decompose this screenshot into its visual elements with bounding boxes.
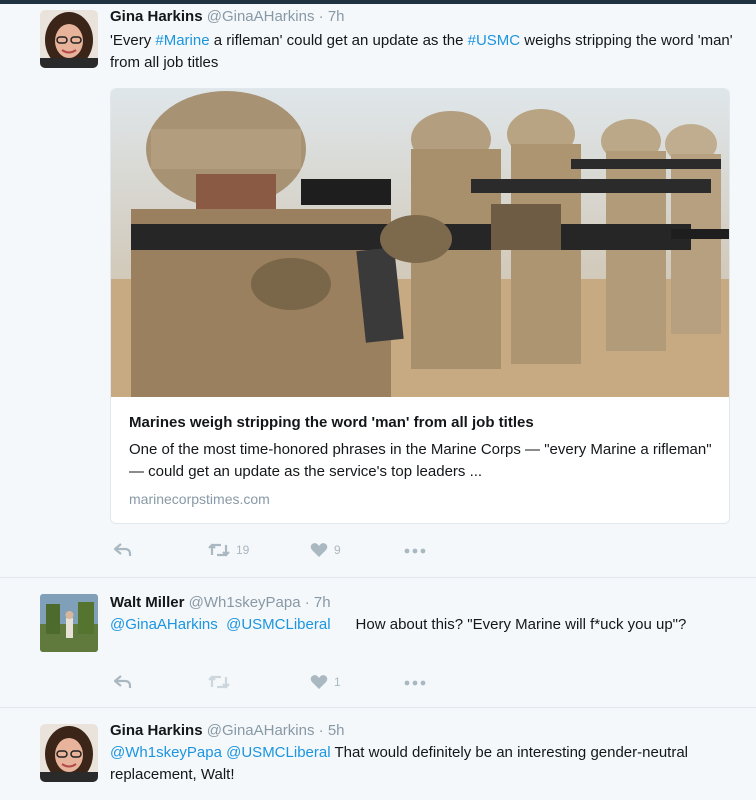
- user-handle[interactable]: @GinaAHarkins: [207, 8, 315, 25]
- user-handle[interactable]: @Wh1skeyPapa: [189, 594, 301, 611]
- text-part: 'Every: [110, 32, 156, 49]
- heart-icon: [310, 675, 328, 689]
- avatar-image: [40, 10, 98, 68]
- retweet-count: 19: [236, 543, 250, 557]
- tweet-header: Gina Harkins @GinaAHarkins · 5h: [110, 722, 345, 739]
- reply-text: How about this? "Every Marine will f*uck…: [355, 616, 687, 633]
- display-name[interactable]: Walt Miller: [110, 594, 184, 611]
- avatar-image: [40, 724, 98, 782]
- like-count: 1: [334, 675, 341, 689]
- more-icon: [404, 548, 426, 554]
- tweet-1[interactable]: Gina Harkins @GinaAHarkins · 7h 'Every #…: [0, 4, 756, 576]
- hashtag-marine[interactable]: #Marine: [155, 32, 209, 49]
- reply-button[interactable]: [114, 542, 132, 558]
- reply-icon: [114, 543, 132, 556]
- more-icon: [404, 680, 426, 686]
- retweet-button[interactable]: [208, 674, 230, 690]
- mention-usmcliberal[interactable]: @USMCLiberal: [226, 616, 330, 633]
- mention-ginaaharkins[interactable]: @GinaAHarkins: [110, 616, 218, 633]
- tweet-3[interactable]: Gina Harkins @GinaAHarkins · 5h @Wh1skey…: [0, 708, 756, 800]
- tweet-header: Walt Miller @Wh1skeyPapa · 7h: [110, 594, 331, 611]
- separator-dot: ·: [318, 8, 324, 25]
- retweet-icon: [208, 543, 230, 557]
- card-domain[interactable]: marinecorpstimes.com: [129, 491, 270, 507]
- heart-icon: [310, 543, 328, 557]
- timestamp[interactable]: 7h: [328, 8, 345, 25]
- display-name[interactable]: Gina Harkins: [110, 8, 203, 25]
- tweet-text: @GinaAHarkins @USMCLiberal How about thi…: [110, 614, 735, 636]
- mention-wh1skeypapa[interactable]: @Wh1skeyPapa: [110, 744, 222, 761]
- separator-dot: ·: [318, 722, 324, 739]
- avatar[interactable]: [40, 594, 98, 652]
- tweet-text: @Wh1skeyPapa @USMCLiberal That would def…: [110, 742, 730, 786]
- reply-button[interactable]: [114, 674, 132, 690]
- card-image: [111, 89, 729, 397]
- card-description: One of the most time-honored phrases in …: [129, 441, 712, 480]
- separator-dot: ·: [304, 594, 310, 611]
- avatar-image: [40, 594, 98, 652]
- more-button[interactable]: [404, 542, 426, 558]
- like-count: 9: [334, 543, 341, 557]
- tweet-text: 'Every #Marine a rifleman' could get an …: [110, 30, 735, 74]
- link-card[interactable]: Marines weigh stripping the word 'man' f…: [110, 88, 730, 524]
- retweet-button[interactable]: 19: [208, 542, 249, 558]
- retweet-icon: [208, 675, 230, 689]
- mention-usmcliberal[interactable]: @USMCLiberal: [226, 744, 330, 761]
- timestamp[interactable]: 5h: [328, 722, 345, 739]
- text-part: a rifleman' could get an update as the: [209, 32, 468, 49]
- hashtag-usmc[interactable]: #USMC: [468, 32, 521, 49]
- timestamp[interactable]: 7h: [314, 594, 331, 611]
- reply-icon: [114, 675, 132, 688]
- more-button[interactable]: [404, 674, 426, 690]
- like-button[interactable]: 1: [310, 674, 341, 690]
- like-button[interactable]: 9: [310, 542, 341, 558]
- display-name[interactable]: Gina Harkins: [110, 722, 203, 739]
- avatar[interactable]: [40, 10, 98, 68]
- avatar[interactable]: [40, 724, 98, 782]
- user-handle[interactable]: @GinaAHarkins: [207, 722, 315, 739]
- card-title[interactable]: Marines weigh stripping the word 'man' f…: [129, 414, 534, 431]
- tweet-header: Gina Harkins @GinaAHarkins · 7h: [110, 8, 345, 25]
- tweet-2[interactable]: Walt Miller @Wh1skeyPapa · 7h @GinaAHark…: [0, 578, 756, 706]
